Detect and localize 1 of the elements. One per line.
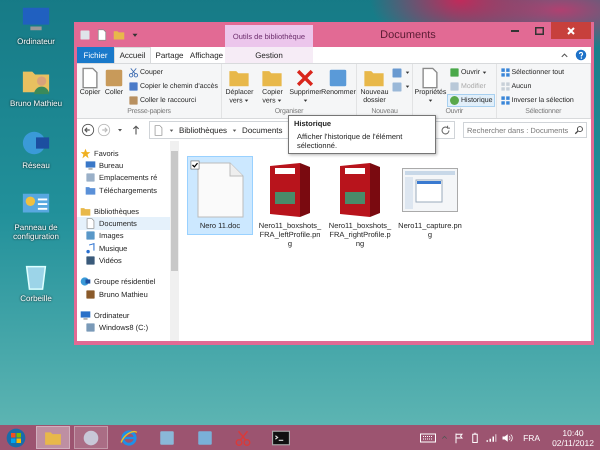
window-title: Documents (379, 28, 437, 40)
